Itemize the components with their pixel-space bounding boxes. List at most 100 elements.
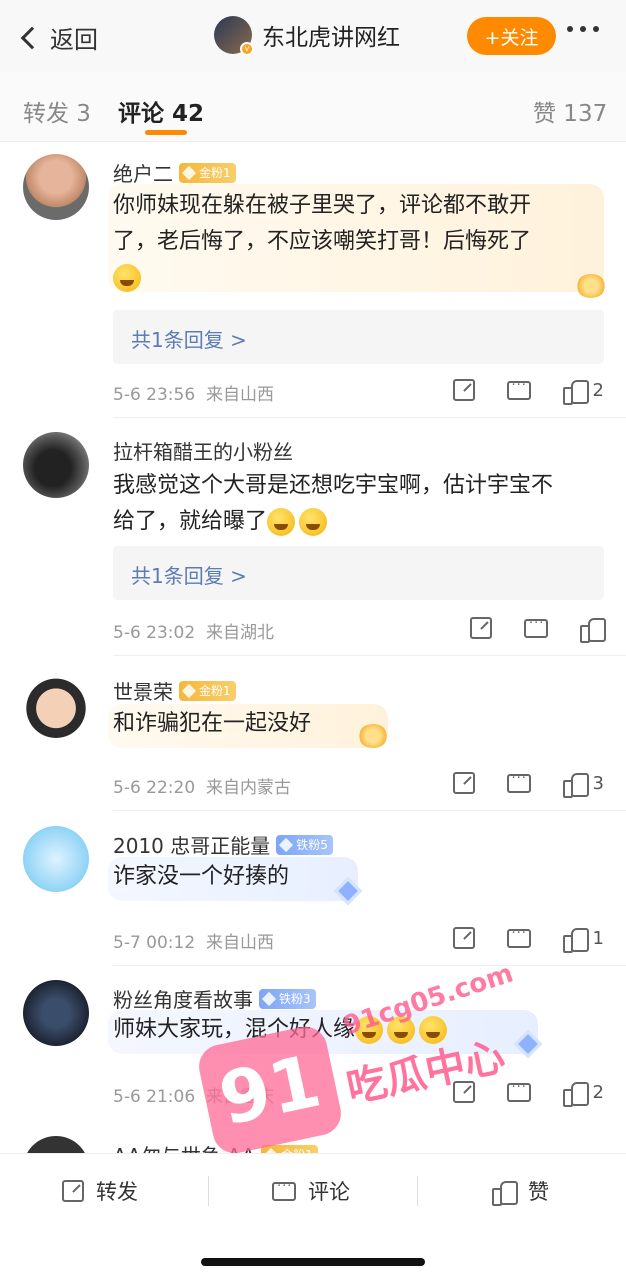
top-bar: 返回 v 东北虎讲网红 +关注 (0, 0, 626, 72)
laugh-cry-emoji-icon (387, 1016, 416, 1044)
avatar[interactable] (23, 826, 89, 892)
author-name[interactable]: 粉丝角度看故事 (113, 984, 253, 1013)
share-button[interactable] (452, 1081, 475, 1103)
comment-author[interactable]: 绝户二 金粉1 (113, 158, 236, 187)
reply-button[interactable] (506, 1080, 531, 1102)
reply-button[interactable] (506, 378, 531, 400)
divider (417, 1176, 418, 1206)
like-button[interactable]: 赞 (492, 1176, 549, 1206)
share-icon (452, 1081, 475, 1103)
comment-actions: 1 (452, 926, 604, 953)
comment-label: 评论 (308, 1180, 350, 1204)
reply-summary[interactable]: 共1条回复 > (113, 310, 604, 364)
comment-text: 师妹大家玩，混个好人缘 (113, 1012, 451, 1048)
back-button[interactable]: 返回 (18, 20, 98, 55)
laugh-cry-emoji-icon (355, 1016, 384, 1044)
thumbs-up-icon (562, 771, 589, 798)
thumbs-up-icon (492, 1179, 518, 1206)
fan-badge: 铁粉3 (259, 988, 316, 1009)
share-icon (452, 379, 475, 401)
author-name[interactable]: 世景荣 (113, 676, 173, 705)
thinking-emoji-icon (299, 508, 328, 536)
avatar[interactable] (23, 432, 89, 498)
thumbs-up-icon (562, 378, 589, 405)
author-name[interactable]: 2010 忠哥正能量 (113, 830, 270, 859)
reply-button[interactable] (506, 926, 531, 948)
gem-icon (181, 683, 197, 698)
avatar[interactable] (23, 672, 89, 738)
gold-fan-decoration-icon (576, 274, 606, 298)
share-icon (470, 617, 492, 639)
tab-bar: 转发 3 评论 42 赞 137 (0, 72, 626, 142)
like-button[interactable]: 1 (562, 926, 604, 953)
reply-button[interactable] (524, 616, 548, 638)
divider (113, 655, 626, 656)
comment-button[interactable]: 评论 (272, 1176, 350, 1206)
like-count: 2 (592, 1081, 604, 1103)
divider (208, 1176, 209, 1206)
avatar[interactable] (23, 980, 89, 1046)
comment-icon (506, 378, 531, 400)
share-button[interactable] (452, 379, 475, 401)
comment-icon (506, 771, 531, 793)
tab-like[interactable]: 赞 137 (533, 94, 607, 128)
profile-header[interactable]: v 东北虎讲网红 (214, 16, 400, 56)
gem-icon (181, 165, 197, 180)
like-count: 1 (592, 927, 604, 949)
like-label: 赞 (528, 1180, 549, 1204)
comment-location: 来自内蒙古 (205, 778, 291, 798)
share-icon (452, 772, 475, 794)
comment-author[interactable]: 拉杆箱醋王的小粉丝 (113, 436, 293, 465)
page: 返回 v 东北虎讲网红 +关注 转发 3 评论 42 赞 137 绝户二 金粉1… (0, 0, 626, 1280)
share-button[interactable] (470, 617, 492, 639)
divider (113, 810, 626, 811)
like-button[interactable]: 2 (562, 378, 604, 405)
comment-location: 来自山西 (205, 385, 274, 405)
comment-meta: 5-7 00:12 来自山西 (113, 928, 274, 953)
profile-name[interactable]: 东北虎讲网红 (262, 18, 400, 52)
comment-text: 诈家没一个好揍的 (113, 864, 290, 889)
author-name[interactable]: 拉杆箱醋王的小粉丝 (113, 436, 293, 465)
comment-author[interactable]: 世景荣 金粉1 (113, 676, 236, 705)
like-button[interactable]: 3 (562, 771, 604, 798)
share-icon (452, 927, 475, 949)
like-button[interactable]: 2 (562, 1080, 604, 1107)
reply-summary[interactable]: 共1条回复 > (113, 546, 604, 600)
comment-author[interactable]: 粉丝角度看故事 铁粉3 (113, 984, 316, 1013)
comment-time: 5-6 23:02 (113, 623, 196, 643)
comment-location: 来自山西 (205, 933, 274, 953)
comment-icon (524, 616, 548, 638)
comment-text: 我感觉这个大哥是还想吃宇宝啊，估计宇宝不 给了，就给曝了 (113, 473, 554, 536)
more-options-icon[interactable] (567, 26, 599, 32)
share-button[interactable] (452, 927, 475, 949)
repost-button[interactable]: 转发 (62, 1176, 138, 1206)
comment-meta: 5-6 23:56 来自山西 (113, 380, 274, 405)
comment-location: 来自湖北 (205, 623, 274, 643)
comment-icon (506, 926, 531, 948)
comment-time: 5-6 22:20 (113, 778, 196, 798)
chevron-left-icon (20, 26, 44, 49)
tab-comment[interactable]: 评论 42 (118, 94, 204, 128)
comment-author[interactable]: 2010 忠哥正能量 铁粉5 (113, 830, 333, 859)
share-button[interactable] (452, 772, 475, 794)
author-name[interactable]: 绝户二 (113, 158, 173, 187)
thinking-emoji-icon (267, 508, 296, 536)
home-indicator[interactable] (201, 1258, 425, 1266)
reply-button[interactable] (506, 771, 531, 793)
follow-button[interactable]: +关注 (467, 17, 556, 55)
laugh-cry-emoji-icon (113, 264, 141, 292)
comment-meta: 5-6 21:06 来自重庆 (113, 1082, 274, 1107)
back-label: 返回 (50, 26, 98, 54)
like-button[interactable] (580, 616, 606, 643)
comment-meta: 5-6 22:20 来自内蒙古 (113, 773, 291, 798)
avatar[interactable]: v (214, 16, 254, 56)
fan-badge: 铁粉5 (276, 834, 333, 855)
comment-actions (470, 616, 606, 643)
avatar[interactable] (23, 154, 89, 220)
laugh-cry-emoji-icon (419, 1016, 448, 1044)
tab-repost[interactable]: 转发 3 (23, 94, 91, 128)
comment-icon (506, 1080, 531, 1102)
divider (113, 417, 626, 418)
comment-meta: 5-6 23:02 来自湖北 (113, 618, 274, 643)
comment-time: 5-6 23:56 (113, 385, 196, 405)
